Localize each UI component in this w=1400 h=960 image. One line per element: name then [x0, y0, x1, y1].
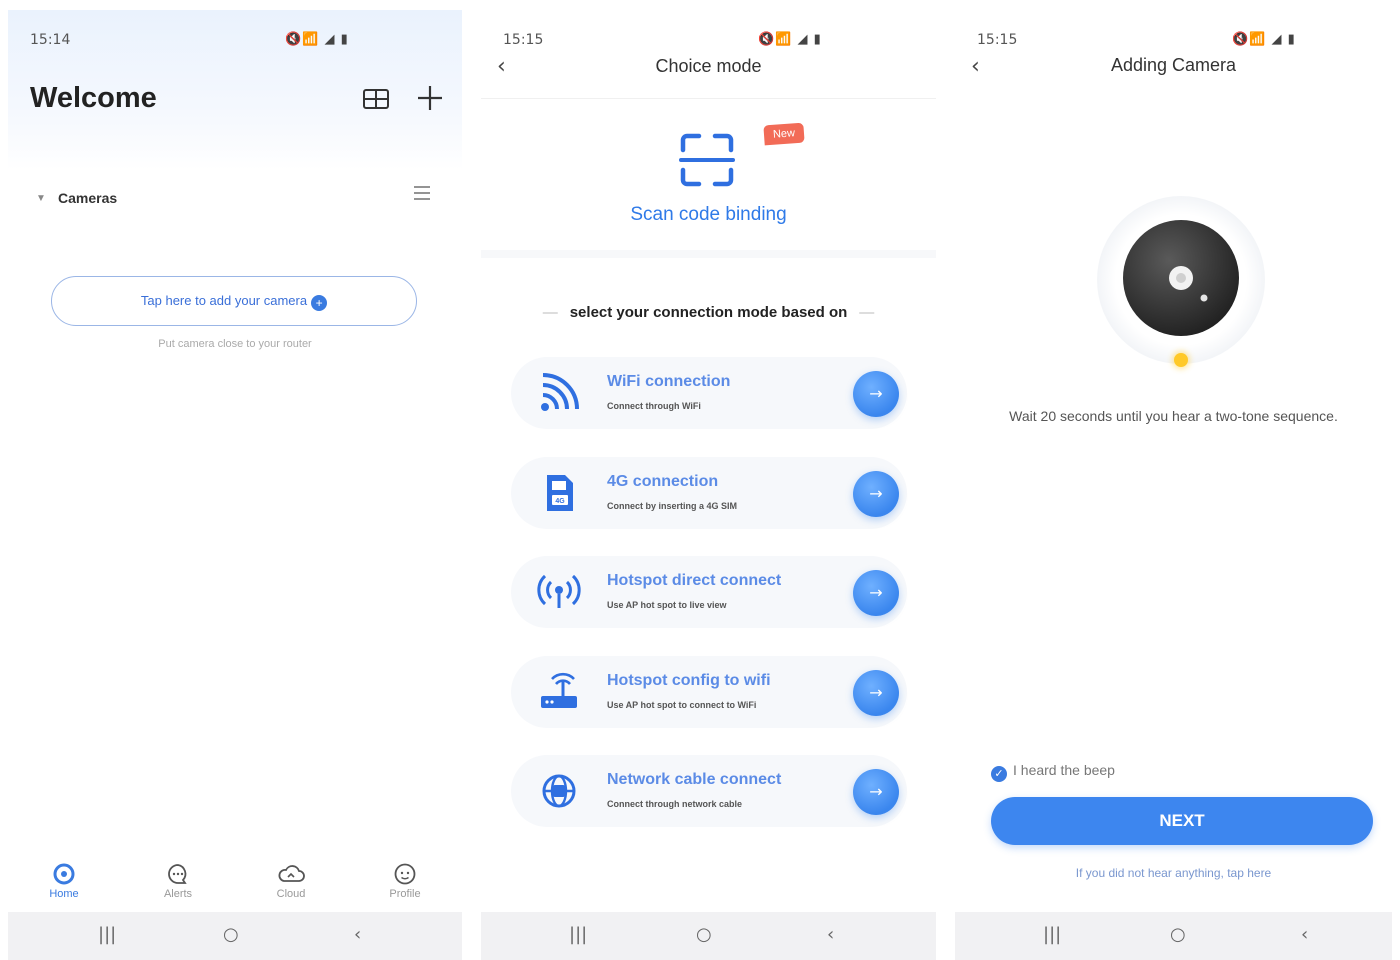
add-circle-icon: + [311, 295, 328, 311]
add-camera-button-content: Tap here to add your camera + [52, 293, 416, 311]
cloud-icon [278, 865, 305, 882]
option-title: Network cable connect [607, 771, 782, 788]
tab-profile-label: Profile [389, 888, 421, 900]
option-subtitle: Connect by inserting a 4G SIM [607, 501, 738, 511]
option-subtitle: Connect through WiFi [607, 401, 701, 411]
option-subtitle: Use AP hot spot to connect to WiFi [607, 700, 757, 710]
page-title: Welcome [30, 82, 157, 114]
recents-button[interactable]: ||| [569, 924, 587, 945]
cameras-section-label[interactable]: Cameras [58, 190, 117, 206]
tab-alerts[interactable]: Alerts [143, 862, 213, 900]
new-badge: New [763, 122, 805, 146]
back-button[interactable]: ‹ [827, 924, 834, 945]
heard-beep-checkbox[interactable]: ✓ I heard the beep [991, 762, 1115, 782]
router-icon [541, 672, 577, 708]
arrow-right-icon[interactable]: → [853, 471, 899, 517]
tab-cloud[interactable]: Cloud [256, 862, 326, 900]
tab-home[interactable]: Home [29, 862, 99, 900]
heading-dash-right: — [859, 304, 875, 321]
add-camera-hint: Put camera close to your router [158, 338, 312, 350]
choice-mode-screen: 15:15 🔇📶 ◢ ▮ ‹ Choice mode New Scan code… [481, 10, 936, 960]
profile-icon [394, 863, 416, 885]
home-button[interactable]: ○ [223, 924, 239, 945]
collapse-caret-icon[interactable]: ▼ [36, 193, 46, 204]
page-title: Choice mode [655, 56, 762, 76]
option-title: Hotspot config to wifi [607, 672, 771, 689]
heard-beep-label: I heard the beep [1013, 762, 1115, 778]
select-mode-heading: — select your connection mode based on — [481, 304, 936, 321]
section-separator [481, 250, 936, 258]
not-heard-link[interactable]: If you did not hear anything, tap here [955, 866, 1392, 880]
home-icon [53, 863, 75, 885]
chat-icon [168, 864, 187, 884]
heading-dash-left: — [542, 304, 558, 321]
scan-code-binding-link[interactable]: Scan code binding [481, 204, 936, 226]
option-hotspot-config[interactable]: Hotspot config to wifi Use AP hot spot t… [511, 656, 907, 728]
add-camera-label: Tap here to add your camera [140, 293, 308, 308]
recents-button[interactable]: ||| [1043, 924, 1061, 945]
wait-instruction: Wait 20 seconds until you hear a two-ton… [1009, 408, 1338, 424]
home-button[interactable]: ○ [696, 924, 712, 945]
menu-list-icon[interactable] [412, 184, 432, 202]
arrow-right-icon[interactable]: → [853, 769, 899, 815]
home-button[interactable]: ○ [1170, 924, 1186, 945]
system-nav-bar: ||| ○ ‹ [8, 912, 462, 960]
status-time: 15:14 [30, 32, 71, 48]
page-title: Adding Camera [1110, 55, 1237, 75]
status-time: 15:15 [977, 32, 1018, 48]
option-title: WiFi connection [607, 373, 731, 390]
status-bar: 15:14 🔇📶 ◢ ▮ [30, 32, 462, 50]
back-button[interactable]: ‹ [354, 924, 361, 945]
option-subtitle: Connect through network cable [607, 799, 743, 809]
scan-code-icon[interactable] [679, 132, 735, 188]
system-nav-bar: ||| ○ ‹ [955, 912, 1392, 960]
camera-icon [1123, 220, 1239, 336]
option-subtitle: Use AP hot spot to live view [607, 600, 727, 610]
back-button[interactable]: ‹ [1301, 924, 1308, 945]
arrow-right-icon[interactable]: → [853, 570, 899, 616]
header-divider [481, 98, 936, 99]
check-icon: ✓ [991, 766, 1007, 782]
status-icons: 🔇📶 ◢ ▮ [1232, 32, 1296, 47]
tab-profile[interactable]: Profile [370, 862, 440, 900]
home-screen: 15:14 🔇📶 ◢ ▮ Welcome ▼ Cameras Tap here … [8, 10, 462, 960]
hotspot-icon [537, 574, 581, 608]
sim-card-icon: 4G [547, 475, 573, 511]
recents-button[interactable]: ||| [98, 924, 116, 945]
grid-view-icon[interactable] [362, 86, 390, 112]
status-bar: 15:15 🔇📶 ◢ ▮ [977, 32, 1392, 50]
option-title: 4G connection [607, 473, 719, 490]
wifi-signal-icon [541, 373, 579, 411]
select-mode-label: select your connection mode based on [569, 304, 848, 321]
network-globe-icon [542, 774, 576, 808]
status-icons: 🔇📶 ◢ ▮ [285, 32, 349, 47]
indicator-light [1174, 353, 1188, 367]
status-bar: 15:15 🔇📶 ◢ ▮ [503, 32, 936, 50]
next-button[interactable]: NEXT [991, 797, 1373, 845]
status-time: 15:15 [503, 32, 544, 48]
tab-cloud-label: Cloud [276, 888, 306, 900]
tab-alerts-label: Alerts [163, 888, 193, 900]
option-4g-connection[interactable]: 4G 4G connection Connect by inserting a … [511, 457, 907, 529]
adding-camera-screen: 15:15 🔇📶 ◢ ▮ ‹ Adding Camera Wait 20 sec… [955, 10, 1392, 960]
status-icons: 🔇📶 ◢ ▮ [758, 32, 822, 47]
svg-text:4G: 4G [555, 498, 565, 505]
option-wifi-connection[interactable]: WiFi connection Connect through WiFi → [511, 357, 907, 429]
add-camera-button[interactable]: Tap here to add your camera + [51, 276, 417, 326]
tab-home-label: Home [49, 888, 79, 900]
option-title: Hotspot direct connect [607, 572, 782, 589]
arrow-right-icon[interactable]: → [853, 670, 899, 716]
system-nav-bar: ||| ○ ‹ [481, 912, 936, 960]
option-hotspot-direct[interactable]: Hotspot direct connect Use AP hot spot t… [511, 556, 907, 628]
add-icon[interactable] [416, 84, 444, 112]
arrow-right-icon[interactable]: → [853, 371, 899, 417]
option-network-cable[interactable]: Network cable connect Connect through ne… [511, 755, 907, 827]
